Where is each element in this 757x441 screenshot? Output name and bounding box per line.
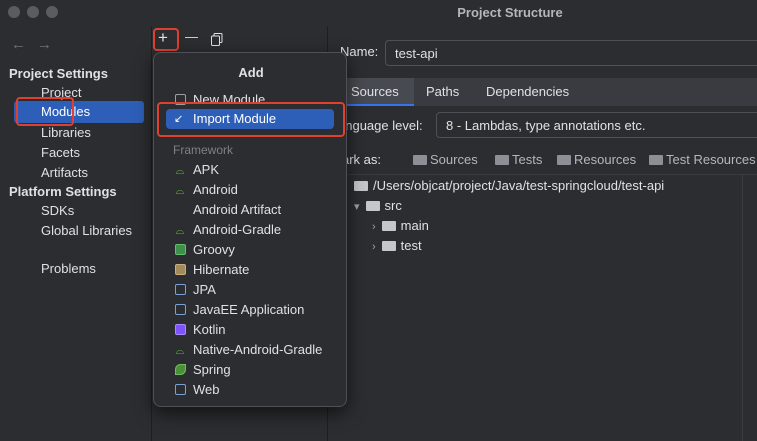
kotlin-icon bbox=[173, 324, 187, 337]
chevron-right-icon[interactable]: › bbox=[372, 221, 376, 233]
web-icon bbox=[173, 384, 187, 397]
window-title: Project Structure bbox=[457, 5, 563, 20]
content-roots-panel bbox=[742, 174, 757, 441]
folder-icon bbox=[381, 241, 396, 251]
item-label: Groovy bbox=[193, 242, 235, 257]
spring-icon bbox=[173, 364, 187, 377]
android-icon: ⌓ bbox=[175, 165, 185, 177]
project-settings-header: Project Settings bbox=[9, 66, 108, 81]
item-label: JavaEE Application bbox=[193, 302, 305, 317]
item-label: APK bbox=[193, 162, 220, 177]
groovy-icon bbox=[173, 244, 187, 257]
source-tree: /Users/objcat/project/Java/test-springcl… bbox=[342, 174, 757, 441]
tree-test[interactable]: › test bbox=[372, 238, 422, 253]
nav-item-sdks[interactable]: SDKs bbox=[41, 203, 74, 218]
framework-hibernate[interactable]: Hibernate bbox=[173, 262, 249, 277]
active-tab-indicator bbox=[342, 104, 414, 106]
nav-item-global-libraries[interactable]: Global Libraries bbox=[41, 223, 132, 238]
settings-nav: ← → Project Settings Project Modules Lib… bbox=[0, 26, 150, 441]
framework-android[interactable]: ⌓ Android bbox=[173, 182, 238, 198]
item-label: Android Artifact bbox=[193, 202, 282, 217]
item-label: Hibernate bbox=[193, 262, 250, 277]
popup-title: Add bbox=[238, 65, 264, 80]
item-label: Android-Gradle bbox=[193, 222, 282, 237]
arrow-right-icon[interactable]: → bbox=[37, 36, 52, 53]
minimize-window-button[interactable] bbox=[27, 6, 39, 18]
item-label: Native-Android-Gradle bbox=[193, 342, 323, 357]
zoom-window-button[interactable] bbox=[46, 6, 58, 18]
tree-main[interactable]: › main bbox=[372, 218, 429, 233]
highlight-box bbox=[153, 28, 179, 51]
framework-web[interactable]: Web bbox=[173, 382, 220, 397]
nav-item-artifacts[interactable]: Artifacts bbox=[41, 165, 88, 180]
mark-label: Sources bbox=[430, 152, 478, 167]
mark-label: Test Resources bbox=[666, 152, 756, 167]
item-label: JPA bbox=[193, 282, 216, 297]
item-label: Spring bbox=[193, 362, 231, 377]
nav-item-libraries[interactable]: Libraries bbox=[41, 125, 91, 140]
android-icon: ⌓ bbox=[175, 185, 185, 197]
tree-label: /Users/objcat/project/Java/test-springcl… bbox=[373, 178, 665, 193]
tab-label: Sources bbox=[351, 84, 399, 99]
framework-groovy[interactable]: Groovy bbox=[173, 242, 235, 257]
framework-javaee-application[interactable]: JavaEE Application bbox=[173, 302, 304, 317]
mark-resources-button[interactable]: Resources bbox=[557, 152, 636, 167]
item-label: Kotlin bbox=[193, 322, 226, 337]
copy-icon[interactable] bbox=[211, 31, 223, 51]
platform-settings-header: Platform Settings bbox=[9, 184, 117, 199]
highlight-box bbox=[16, 97, 74, 126]
mark-tests-button[interactable]: Tests bbox=[495, 152, 542, 167]
language-level-select[interactable]: 8 - Lambdas, type annotations etc. bbox=[436, 112, 757, 138]
framework-android-artifact[interactable]: Android Artifact bbox=[173, 202, 281, 217]
title-bar: Project Structure bbox=[0, 0, 757, 26]
mark-as-label: ark as: bbox=[342, 152, 382, 167]
mark-label: Tests bbox=[512, 152, 543, 167]
tree-label: main bbox=[400, 218, 429, 233]
folder-icon bbox=[365, 201, 380, 211]
folder-icon bbox=[413, 155, 427, 165]
remove-button[interactable]: — bbox=[185, 29, 198, 44]
jpa-icon bbox=[173, 284, 187, 297]
detail-tabs: Sources Paths Dependencies bbox=[342, 78, 757, 106]
tree-src[interactable]: ▾ src bbox=[354, 198, 402, 213]
nav-item-facets[interactable]: Facets bbox=[41, 145, 80, 160]
tree-label: src bbox=[384, 198, 402, 213]
android-icon: ⌓ bbox=[175, 225, 185, 237]
folder-icon bbox=[495, 155, 509, 165]
framework-section-header: Framework bbox=[173, 143, 234, 157]
framework-spring[interactable]: Spring bbox=[173, 362, 231, 377]
language-level-label: anguage level: bbox=[338, 118, 423, 133]
close-window-button[interactable] bbox=[8, 6, 20, 18]
android-icon: ⌓ bbox=[175, 345, 185, 357]
tree-root[interactable]: /Users/objcat/project/Java/test-springcl… bbox=[354, 178, 664, 193]
module-name-input[interactable]: test-api bbox=[385, 40, 757, 66]
chevron-right-icon[interactable]: › bbox=[372, 241, 376, 253]
hibernate-icon bbox=[173, 264, 187, 277]
mark-sources-button[interactable]: Sources bbox=[413, 152, 478, 167]
folder-icon bbox=[381, 221, 396, 231]
tab-paths[interactable]: Paths bbox=[426, 84, 459, 99]
tree-label: test bbox=[400, 238, 422, 253]
mark-label: Resources bbox=[574, 152, 637, 167]
framework-apk[interactable]: ⌓ APK bbox=[173, 162, 219, 178]
item-label: Web bbox=[193, 382, 220, 397]
javaee-icon bbox=[173, 304, 187, 317]
item-label: Android bbox=[193, 182, 238, 197]
tab-sources[interactable]: Sources bbox=[342, 78, 414, 106]
folder-icon bbox=[557, 155, 571, 165]
highlight-box bbox=[157, 102, 345, 137]
chevron-down-icon[interactable]: ▾ bbox=[354, 201, 360, 213]
folder-icon bbox=[354, 181, 368, 191]
module-details-pane: Name: test-api Sources Paths Dependencie… bbox=[328, 26, 757, 441]
arrow-left-icon[interactable]: ← bbox=[11, 36, 26, 53]
folder-icon bbox=[649, 155, 663, 165]
mark-test-resources-button[interactable]: Test Resources bbox=[649, 152, 756, 167]
framework-kotlin[interactable]: Kotlin bbox=[173, 322, 226, 337]
framework-jpa[interactable]: JPA bbox=[173, 282, 216, 297]
framework-android-gradle[interactable]: ⌓ Android-Gradle bbox=[173, 222, 282, 238]
tab-dependencies[interactable]: Dependencies bbox=[486, 84, 569, 99]
framework-native-android-gradle[interactable]: ⌓ Native-Android-Gradle bbox=[173, 342, 323, 358]
nav-item-problems[interactable]: Problems bbox=[41, 261, 96, 276]
